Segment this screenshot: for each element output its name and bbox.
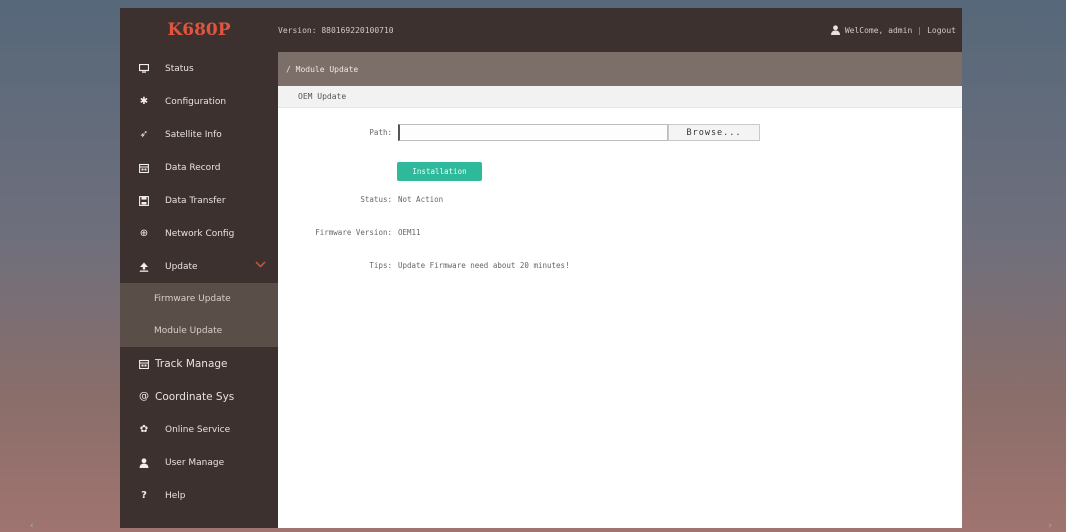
sidebar-item-help[interactable]: ? Help [120, 479, 278, 512]
sidebar-item-label: Configuration [165, 96, 227, 107]
upload-icon [137, 262, 151, 272]
installation-button[interactable]: Installation [397, 162, 482, 181]
sidebar-item-status[interactable]: Status [120, 52, 278, 85]
status-value: Not Action [398, 195, 444, 204]
tools-icon: ✱ [139, 96, 149, 107]
top-bar: K680P Version: 880169220100710 WelCome, … [120, 8, 962, 52]
sidebar-item-satellite-info[interactable]: ➶ Satellite Info [120, 118, 278, 151]
status-row: Status: Not Action [278, 195, 443, 204]
path-label: Path: [369, 128, 392, 137]
sidebar-subitem-firmware-update[interactable]: Firmware Update [120, 283, 278, 315]
service-icon: ✿ [139, 424, 149, 435]
scroll-right-icon[interactable]: › [1048, 521, 1052, 531]
sidebar-item-label: Data Record [165, 162, 221, 173]
sidebar: Status ✱ Configuration ➶ Satellite Info … [120, 52, 278, 528]
sidebar-item-label: Track Manage [155, 357, 228, 370]
user-icon [137, 457, 151, 468]
sidebar-subitem-module-update[interactable]: Module Update [120, 315, 278, 347]
status-label: Status: [360, 195, 392, 204]
sidebar-item-update[interactable]: Update [120, 250, 278, 283]
sidebar-item-label: Status [165, 63, 194, 74]
sidebar-item-label: Coordinate Sys [155, 390, 235, 403]
app-window: K680P Version: 880169220100710 WelCome, … [120, 8, 962, 528]
sidebar-item-label: Help [165, 490, 186, 501]
sidebar-item-online-service[interactable]: ✿ Online Service [120, 413, 278, 446]
question-icon: ? [141, 490, 147, 501]
monitor-icon [137, 64, 151, 73]
save-icon [137, 195, 151, 206]
path-row: Path: Browse... [278, 124, 760, 141]
sidebar-item-label: User Manage [165, 457, 225, 468]
firmware-version-label: Firmware Version: [315, 228, 392, 237]
sidebar-item-coordinate-sys[interactable]: @ Coordinate Sys [120, 380, 278, 413]
chevron-down-icon [255, 258, 266, 271]
user-icon [830, 25, 840, 35]
separator: | [917, 25, 923, 35]
version-text: Version: 880169220100710 [278, 25, 394, 35]
sidebar-item-label: Online Service [165, 424, 231, 435]
tips-row: Tips: Update Firmware need about 20 minu… [278, 261, 570, 270]
sidebar-item-track-manage[interactable]: Track Manage [120, 347, 278, 380]
calendar-icon [137, 163, 151, 173]
user-area: WelCome, admin | Logout [830, 8, 956, 52]
satellite-icon: ➶ [139, 129, 149, 140]
calendar-icon [137, 359, 151, 369]
sidebar-item-user-manage[interactable]: User Manage [120, 446, 278, 479]
welcome-text: WelCome, admin [844, 25, 913, 35]
firmware-version-row: Firmware Version: OEM11 [278, 228, 421, 237]
at-icon: @ [139, 391, 149, 402]
tips-value: Update Firmware need about 20 minutes! [398, 261, 570, 270]
sidebar-item-configuration[interactable]: ✱ Configuration [120, 85, 278, 118]
brand-logo: K680P [167, 20, 231, 40]
main-content: / Module Update OEM Update Path: Browse.… [278, 52, 962, 528]
tips-label: Tips: [369, 261, 392, 270]
section-title: OEM Update [278, 86, 962, 108]
browse-button[interactable]: Browse... [668, 124, 760, 141]
sidebar-item-network-config[interactable]: ⊕ Network Config [120, 217, 278, 250]
breadcrumb: / Module Update [278, 52, 962, 86]
path-input[interactable] [398, 124, 668, 141]
scroll-left-icon[interactable]: ‹ [30, 521, 34, 531]
network-icon: ⊕ [139, 228, 149, 239]
logout-link[interactable]: Logout [927, 26, 956, 35]
sidebar-item-data-transfer[interactable]: Data Transfer [120, 184, 278, 217]
sidebar-item-label: Update [165, 261, 198, 272]
sidebar-item-label: Satellite Info [165, 129, 222, 140]
sidebar-item-label: Network Config [165, 228, 235, 239]
firmware-version-value: OEM11 [398, 228, 421, 237]
sidebar-item-label: Data Transfer [165, 195, 226, 206]
sidebar-item-data-record[interactable]: Data Record [120, 151, 278, 184]
